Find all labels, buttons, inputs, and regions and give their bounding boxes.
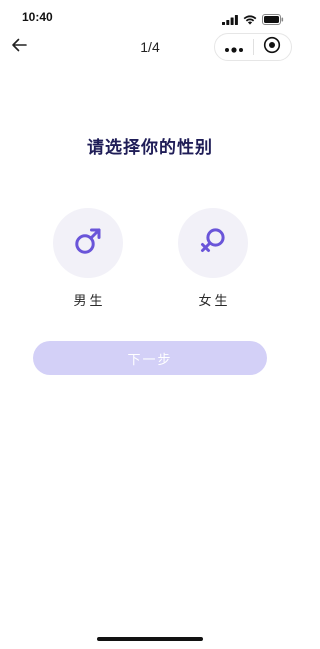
nav-bar: 1/4 [0,32,300,62]
signal-icon [222,10,238,29]
gender-label-male: 男生 [73,294,106,309]
next-step-button[interactable]: 下一步 [33,341,267,375]
gender-option-female[interactable]: 女生 [177,208,249,309]
male-symbol-icon [73,226,103,260]
gender-label-female: 女生 [198,294,231,309]
status-time: 10:40 [22,10,53,24]
status-icons [222,10,284,29]
battery-icon [262,10,284,29]
more-button[interactable] [215,34,253,60]
home-indicator [97,637,203,641]
page-title: 请选择你的性别 [87,138,213,158]
close-mini-program-button[interactable] [254,34,292,60]
gender-icon-circle [178,208,248,278]
gender-option-male[interactable]: 男生 [52,208,124,309]
gender-icon-circle [53,208,123,278]
wifi-icon [243,10,257,29]
more-dots-icon [224,38,244,57]
mini-program-capsule [214,33,292,61]
close-circle-icon [263,36,281,58]
status-bar: 10:40 [0,0,300,32]
female-symbol-icon [198,226,228,260]
